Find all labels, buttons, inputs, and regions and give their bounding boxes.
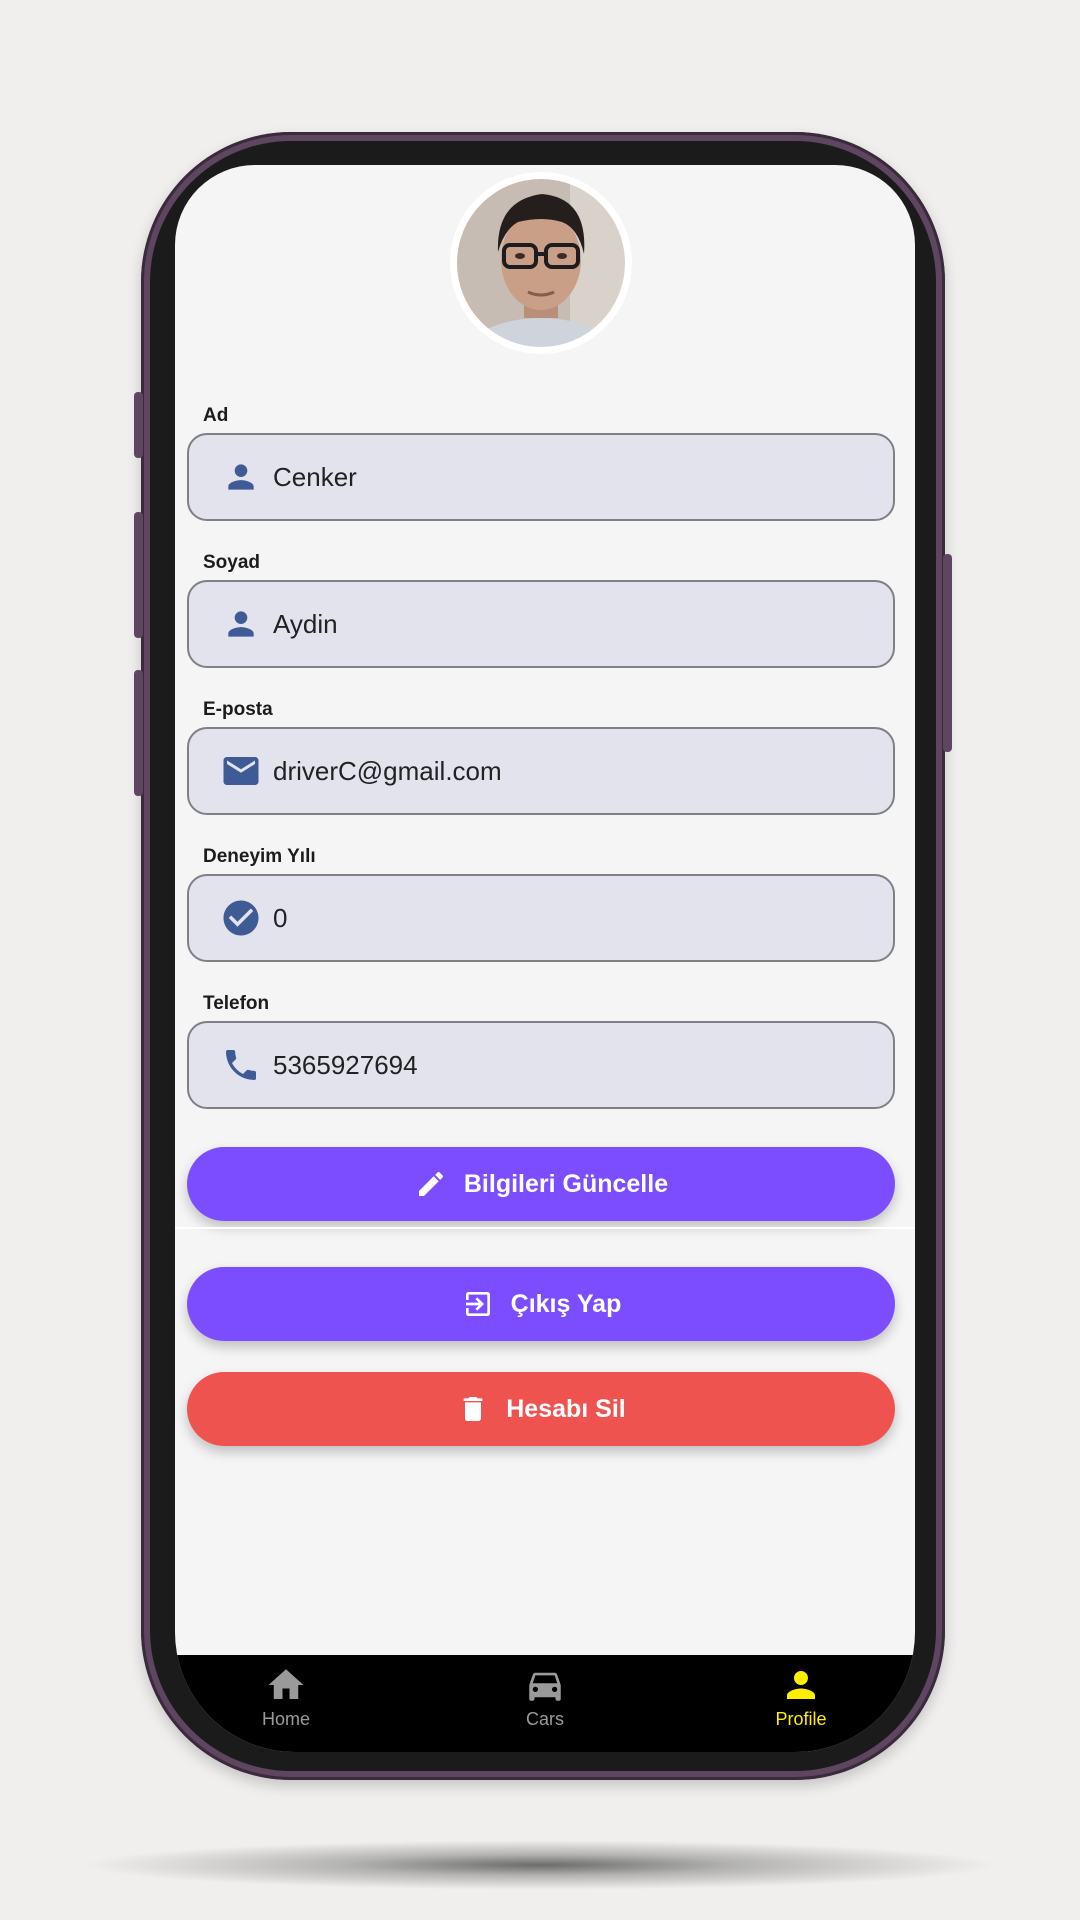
logout-icon	[461, 1287, 495, 1321]
phone-side-button	[943, 554, 952, 752]
update-info-button[interactable]: Bilgileri Güncelle	[187, 1147, 895, 1221]
field-label-phone: Telefon	[203, 993, 270, 1014]
delete-account-button[interactable]: Hesabı Sil	[187, 1372, 895, 1446]
phone-icon	[219, 1043, 263, 1087]
logout-button[interactable]: Çıkış Yap	[187, 1267, 895, 1341]
phone-side-button	[134, 512, 143, 638]
field-label-experience: Deneyim Yılı	[203, 846, 316, 867]
home-icon	[264, 1663, 308, 1707]
nav-item-cars[interactable]: Cars	[475, 1663, 615, 1743]
pencil-icon	[414, 1167, 448, 1201]
phone-side-button	[134, 392, 143, 458]
field-label-email: E-posta	[203, 699, 273, 720]
mail-icon	[219, 749, 263, 793]
nav-item-home[interactable]: Home	[216, 1663, 356, 1743]
nav-item-profile[interactable]: Profile	[731, 1663, 871, 1743]
last-name-field[interactable]: Aydin	[187, 580, 895, 668]
content-divider	[175, 1227, 915, 1229]
delete-account-label: Hesabı Sil	[506, 1394, 626, 1423]
person-icon	[219, 602, 263, 646]
bottom-navigation: Home Cars Profile	[175, 1655, 915, 1752]
check-circle-icon	[219, 896, 263, 940]
phone-value[interactable]: 5365927694	[273, 1050, 418, 1081]
floor-shadow	[80, 1840, 1000, 1890]
trash-icon	[456, 1392, 490, 1426]
person-icon	[219, 455, 263, 499]
nav-label-cars: Cars	[525, 1709, 564, 1729]
first-name-field[interactable]: Cenker	[187, 433, 895, 521]
logout-label: Çıkış Yap	[510, 1289, 622, 1318]
update-info-label: Bilgileri Güncelle	[463, 1169, 669, 1198]
first-name-value[interactable]: Cenker	[273, 462, 357, 493]
phone-field[interactable]: 5365927694	[187, 1021, 895, 1109]
app-screen: Ad Cenker Soyad Aydin E-posta driverC@gm…	[175, 165, 915, 1752]
field-label-ad: Ad	[203, 405, 229, 426]
email-field[interactable]: driverC@gmail.com	[187, 727, 895, 815]
nav-label-profile: Profile	[775, 1709, 827, 1729]
nav-label-home: Home	[261, 1709, 310, 1729]
email-value[interactable]: driverC@gmail.com	[273, 756, 502, 787]
last-name-value[interactable]: Aydin	[273, 609, 338, 640]
experience-years-field[interactable]: 0	[187, 874, 895, 962]
avatar[interactable]	[450, 172, 632, 354]
avatar-photo	[453, 175, 629, 351]
experience-years-value[interactable]: 0	[273, 903, 287, 934]
phone-side-button	[134, 670, 143, 796]
field-label-soyad: Soyad	[203, 552, 261, 573]
car-icon	[523, 1663, 567, 1707]
person-icon	[779, 1663, 823, 1707]
